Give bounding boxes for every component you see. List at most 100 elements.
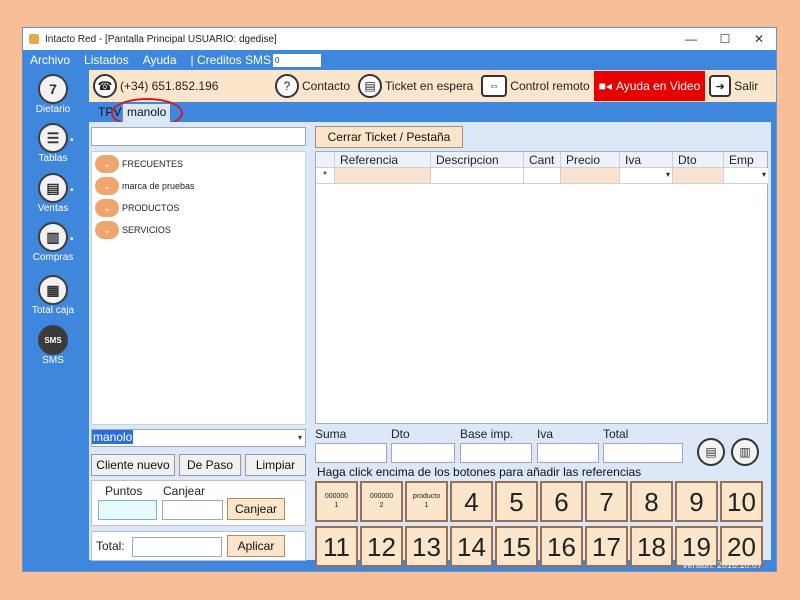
product-key-4[interactable]: 4 bbox=[450, 481, 493, 522]
sidebar-item-dietario[interactable]: 7 Dietario bbox=[23, 74, 83, 115]
column-referencia[interactable]: Referencia bbox=[334, 152, 430, 168]
cliente-nuevo-button[interactable]: Cliente nuevo bbox=[91, 454, 175, 476]
tab-manolo[interactable]: manolo bbox=[122, 104, 171, 122]
column-descripcion[interactable]: Descripcion bbox=[430, 152, 523, 168]
sidebar-item-ventas[interactable]: ▤ • Ventas bbox=[23, 173, 83, 214]
sidebar-item-total-caja[interactable]: ▦ Total caja bbox=[23, 275, 83, 316]
tree-item-marca-de-pruebas[interactable]: ⌄ marca de pruebas bbox=[95, 176, 195, 196]
cerrar-ticket-button[interactable]: Cerrar Ticket / Pestaña bbox=[315, 126, 463, 148]
sidebar-item-compras[interactable]: ▥ • Compras bbox=[23, 222, 83, 263]
control-remoto-button[interactable]: ⇔ Control remoto bbox=[477, 70, 593, 102]
sidebar-item-label: Tablas bbox=[38, 153, 68, 164]
menu-archivo[interactable]: Archivo bbox=[23, 53, 77, 67]
receipt-icon[interactable]: ▤ bbox=[697, 438, 725, 466]
client-select[interactable]: manolo ▾ bbox=[91, 429, 306, 447]
puntos-label: Puntos bbox=[105, 484, 143, 498]
total-field bbox=[603, 443, 683, 463]
canjear-label: Canjear bbox=[163, 484, 206, 498]
tree-item-productos[interactable]: ⌄ PRODUCTOS bbox=[95, 198, 179, 218]
limpiar-button[interactable]: Limpiar bbox=[245, 454, 306, 476]
ticket-label: Ticket en espera bbox=[385, 79, 474, 93]
sidebar-item-label: Ventas bbox=[37, 203, 69, 214]
menu-listados[interactable]: Listados bbox=[77, 53, 136, 67]
right-panel: Cerrar Ticket / Pestaña Referencia Descr… bbox=[315, 122, 771, 567]
minimize-button[interactable]: — bbox=[674, 32, 708, 46]
canjear-field[interactable] bbox=[162, 500, 223, 520]
product-key-6[interactable]: 6 bbox=[540, 481, 583, 522]
sidebar-item-label: Compras bbox=[32, 252, 74, 263]
product-key-3[interactable]: producto 1 bbox=[405, 481, 448, 522]
sidebar-item-label: Total caja bbox=[31, 305, 75, 316]
sidebar-item-sms[interactable]: SMS SMS bbox=[23, 325, 83, 366]
cell-dto[interactable] bbox=[672, 168, 723, 184]
tab-tpv[interactable]: TPV bbox=[94, 104, 126, 122]
product-key-1[interactable]: 000000 1 bbox=[315, 481, 358, 522]
aplicar-button[interactable]: Aplicar bbox=[227, 535, 285, 557]
column-dto[interactable]: Dto bbox=[672, 152, 723, 168]
question-icon: ? bbox=[275, 74, 299, 98]
tree-item-servicios[interactable]: ⌄ SERVICIOS bbox=[95, 220, 171, 240]
ticket-en-espera-button[interactable]: ▤ Ticket en espera bbox=[354, 70, 477, 102]
calendar-icon: 7 bbox=[38, 74, 68, 104]
product-key-5[interactable]: 5 bbox=[495, 481, 538, 522]
sidebar-item-label: Dietario bbox=[35, 104, 71, 115]
total-field[interactable] bbox=[132, 537, 222, 557]
maximize-button[interactable]: ☐ bbox=[708, 32, 742, 46]
remote-icon: ⇔ bbox=[481, 75, 508, 97]
sidebar-item-tablas[interactable]: ☰ • Tablas bbox=[23, 123, 83, 164]
column-cant[interactable]: Cant bbox=[523, 152, 560, 168]
cell-descripcion[interactable] bbox=[430, 168, 523, 184]
tree-item-frecuentes[interactable]: ⌄ FRECUENTES bbox=[95, 154, 183, 174]
product-key-8[interactable]: 8 bbox=[630, 481, 673, 522]
product-key-7[interactable]: 7 bbox=[585, 481, 628, 522]
product-key-2[interactable]: 000000 2 bbox=[360, 481, 403, 522]
sms-icon: SMS bbox=[38, 325, 68, 355]
de-paso-button[interactable]: De Paso bbox=[179, 454, 241, 476]
tree-item-label: FRECUENTES bbox=[122, 159, 184, 169]
total-panel: Total: Aplicar bbox=[91, 531, 306, 561]
column-precio[interactable]: Precio bbox=[560, 152, 619, 168]
close-button[interactable]: ✕ bbox=[742, 32, 776, 46]
chevron-down-icon: ⌄ bbox=[95, 199, 119, 217]
main-content: ⌄ FRECUENTES ⌄ marca de pruebas ⌄ PRODUC… bbox=[89, 122, 771, 567]
base-imp-label: Base imp. bbox=[460, 427, 514, 441]
table-row: * ▾ ▾ bbox=[316, 168, 768, 184]
expand-indicator: • bbox=[70, 135, 74, 146]
puntos-field[interactable] bbox=[98, 500, 157, 520]
cell-cant[interactable] bbox=[523, 168, 560, 184]
expand-indicator: • bbox=[70, 234, 74, 245]
client-value: manolo bbox=[92, 430, 134, 444]
ayuda-video-button[interactable]: ■◂ Ayuda en Video bbox=[593, 71, 706, 101]
ayuda-video-label: Ayuda en Video bbox=[615, 79, 701, 93]
chevron-down-icon: ⌄ bbox=[95, 155, 119, 173]
dto-field[interactable] bbox=[391, 443, 455, 463]
chevron-down-icon: ▾ bbox=[297, 433, 302, 442]
cell-precio[interactable] bbox=[560, 168, 619, 184]
product-key-9[interactable]: 9 bbox=[675, 481, 718, 522]
column-iva[interactable]: Iva bbox=[619, 152, 672, 168]
expand-indicator: • bbox=[70, 185, 74, 196]
menu-creditos-sms[interactable]: | Creditos SMS bbox=[184, 53, 271, 67]
tab-bar: TPV manolo bbox=[89, 98, 776, 128]
list-icon: ☰ bbox=[38, 123, 68, 153]
phone-contact[interactable]: ☎ (+34) 651.852.196 bbox=[89, 70, 271, 102]
menu-ayuda[interactable]: Ayuda bbox=[136, 53, 184, 67]
ticket-icon: ▤ bbox=[358, 74, 383, 98]
cell-emp[interactable]: ▾ bbox=[723, 168, 768, 184]
salir-button[interactable]: ➜ Salir bbox=[705, 70, 762, 102]
sidebar-item-label: SMS bbox=[42, 355, 64, 366]
hint-text: Haga click encima de los botones para añ… bbox=[317, 465, 642, 479]
calculator-icon: ▦ bbox=[38, 275, 68, 305]
cell-referencia[interactable] bbox=[334, 168, 430, 184]
document-icon[interactable]: ▥ bbox=[731, 438, 759, 466]
search-input[interactable] bbox=[91, 127, 306, 146]
chevron-down-icon: ⌄ bbox=[95, 221, 119, 239]
total-summary-label: Total bbox=[603, 427, 629, 441]
canjear-button[interactable]: Canjear bbox=[227, 498, 285, 520]
column-emp[interactable]: Emp bbox=[723, 152, 768, 168]
window-controls: — ☐ ✕ bbox=[674, 32, 776, 46]
total-label: Total: bbox=[96, 539, 125, 553]
contacto-button[interactable]: ? Contacto bbox=[271, 70, 354, 102]
cell-iva[interactable]: ▾ bbox=[619, 168, 672, 184]
product-key-10[interactable]: 10 bbox=[720, 481, 763, 522]
